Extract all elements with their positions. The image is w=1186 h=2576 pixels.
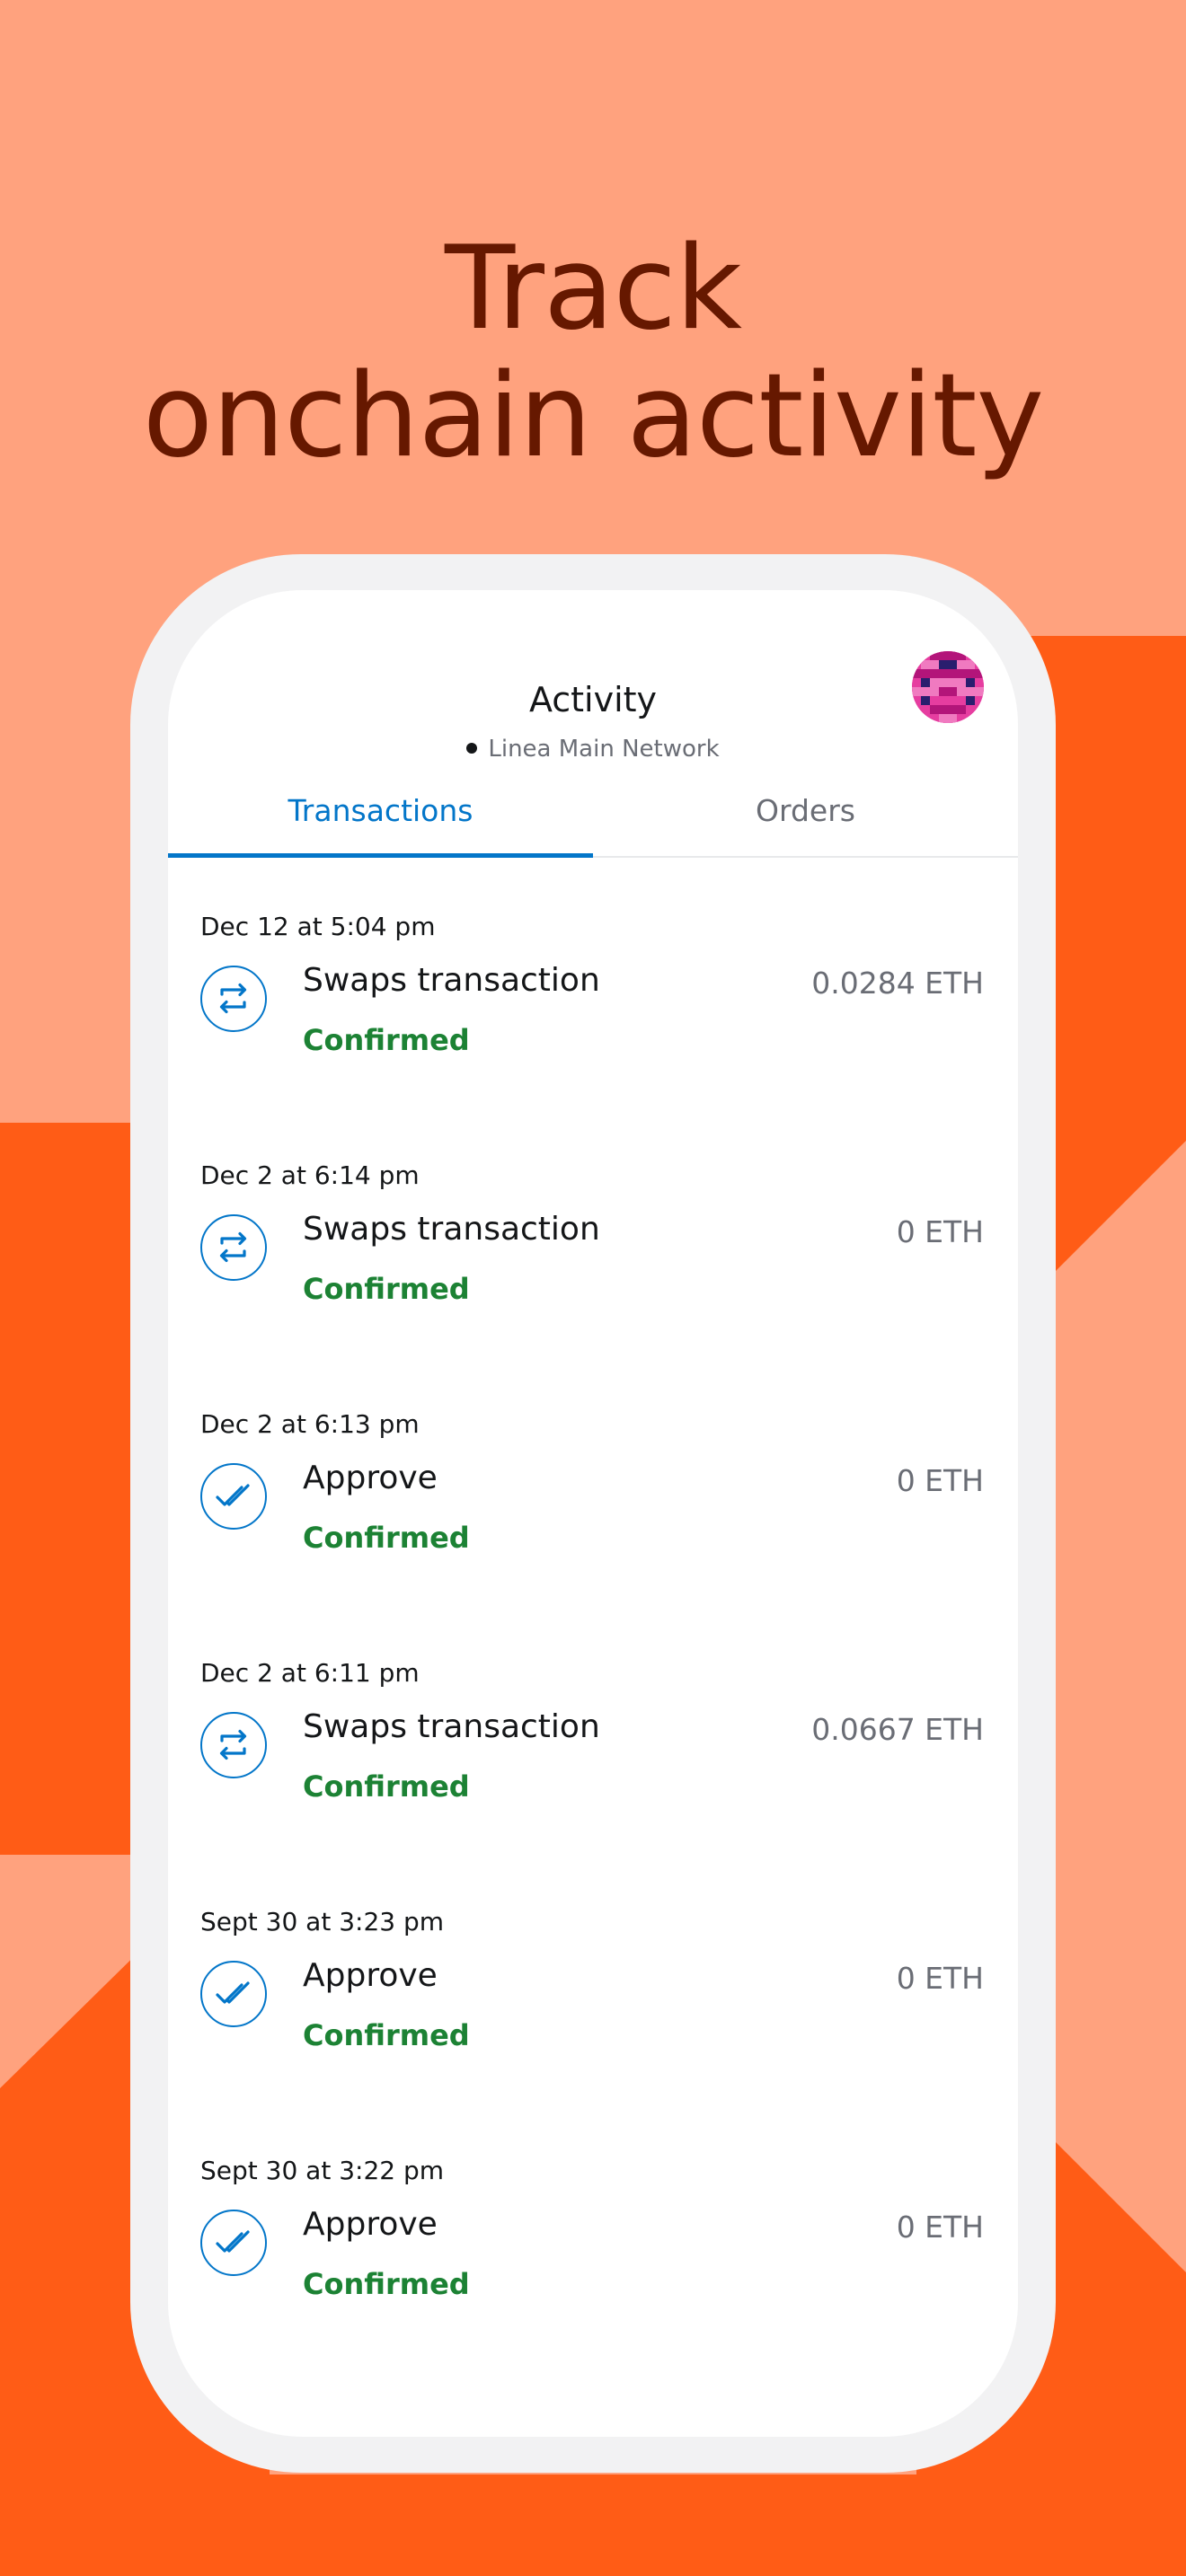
transaction-date: Dec 2 at 6:14 pm bbox=[200, 1160, 420, 1190]
transaction-entry-1[interactable]: Dec 12 at 5:04 pm Swaps transaction Conf… bbox=[168, 912, 1018, 1160]
transaction-status: Confirmed bbox=[303, 1521, 470, 1555]
transaction-entry-2[interactable]: Dec 2 at 6:14 pm Swaps transaction Confi… bbox=[168, 1160, 1018, 1409]
transaction-title: Swaps transaction bbox=[303, 962, 600, 999]
approve-check-icon bbox=[200, 1463, 267, 1530]
transaction-amount: 0 ETH bbox=[896, 1214, 984, 1249]
activity-screen: Activity Linea Main Network Transactions… bbox=[168, 590, 1018, 2437]
transaction-status: Confirmed bbox=[303, 1272, 470, 1306]
swap-icon bbox=[200, 1214, 267, 1281]
transaction-amount: 0.0667 ETH bbox=[811, 1712, 984, 1747]
transaction-amount: 0 ETH bbox=[896, 1961, 984, 1996]
transaction-status: Confirmed bbox=[303, 1769, 470, 1804]
transaction-date: Dec 2 at 6:13 pm bbox=[200, 1409, 420, 1439]
transaction-list: Dec 12 at 5:04 pm Swaps transaction Conf… bbox=[168, 912, 1018, 2404]
transaction-date: Dec 2 at 6:11 pm bbox=[200, 1658, 420, 1688]
approve-check-icon bbox=[200, 1961, 267, 2027]
transaction-entry-6[interactable]: Sept 30 at 3:22 pm Approve Confirmed 0 E… bbox=[168, 2156, 1018, 2404]
transaction-entry-5[interactable]: Sept 30 at 3:23 pm Approve Confirmed 0 E… bbox=[168, 1907, 1018, 2156]
transaction-entry-3[interactable]: Dec 2 at 6:13 pm Approve Confirmed 0 ETH bbox=[168, 1409, 1018, 1658]
transaction-amount: 0 ETH bbox=[896, 2210, 984, 2245]
transaction-title: Swaps transaction bbox=[303, 1211, 600, 1248]
swap-icon bbox=[200, 1712, 267, 1778]
headline-line-1: Track bbox=[445, 221, 742, 356]
network-indicator[interactable]: Linea Main Network bbox=[168, 736, 1018, 763]
account-avatar-icon[interactable] bbox=[912, 651, 984, 723]
tab-transactions[interactable]: Transactions bbox=[168, 766, 593, 856]
transaction-title: Approve bbox=[303, 1957, 438, 1994]
headline: Track onchain activity bbox=[0, 225, 1186, 481]
transaction-title: Approve bbox=[303, 2206, 438, 2243]
transaction-entry-4[interactable]: Dec 2 at 6:11 pm Swaps transaction Confi… bbox=[168, 1658, 1018, 1907]
network-dot-icon bbox=[466, 742, 478, 754]
transaction-status: Confirmed bbox=[303, 2018, 470, 2052]
transaction-title: Approve bbox=[303, 1460, 438, 1496]
transaction-status: Confirmed bbox=[303, 1023, 470, 1057]
transaction-amount: 0.0284 ETH bbox=[811, 966, 984, 1001]
network-name: Linea Main Network bbox=[488, 736, 720, 763]
transaction-amount: 0 ETH bbox=[896, 1463, 984, 1498]
transaction-date: Sept 30 at 3:23 pm bbox=[200, 1907, 445, 1936]
headline-line-2: onchain activity bbox=[142, 348, 1045, 483]
page-title: Activity bbox=[528, 680, 658, 719]
approve-check-icon bbox=[200, 2210, 267, 2276]
phone-frame: Activity Linea Main Network Transactions… bbox=[130, 554, 1056, 2473]
transaction-date: Sept 30 at 3:22 pm bbox=[200, 2156, 445, 2185]
tab-orders[interactable]: Orders bbox=[593, 766, 1018, 856]
activity-tabs: Transactions Orders bbox=[168, 766, 1018, 858]
transaction-date: Dec 12 at 5:04 pm bbox=[200, 912, 436, 941]
transaction-title: Swaps transaction bbox=[303, 1708, 600, 1745]
transaction-status: Confirmed bbox=[303, 2267, 470, 2301]
active-tab-indicator bbox=[168, 853, 593, 858]
swap-icon bbox=[200, 966, 267, 1032]
